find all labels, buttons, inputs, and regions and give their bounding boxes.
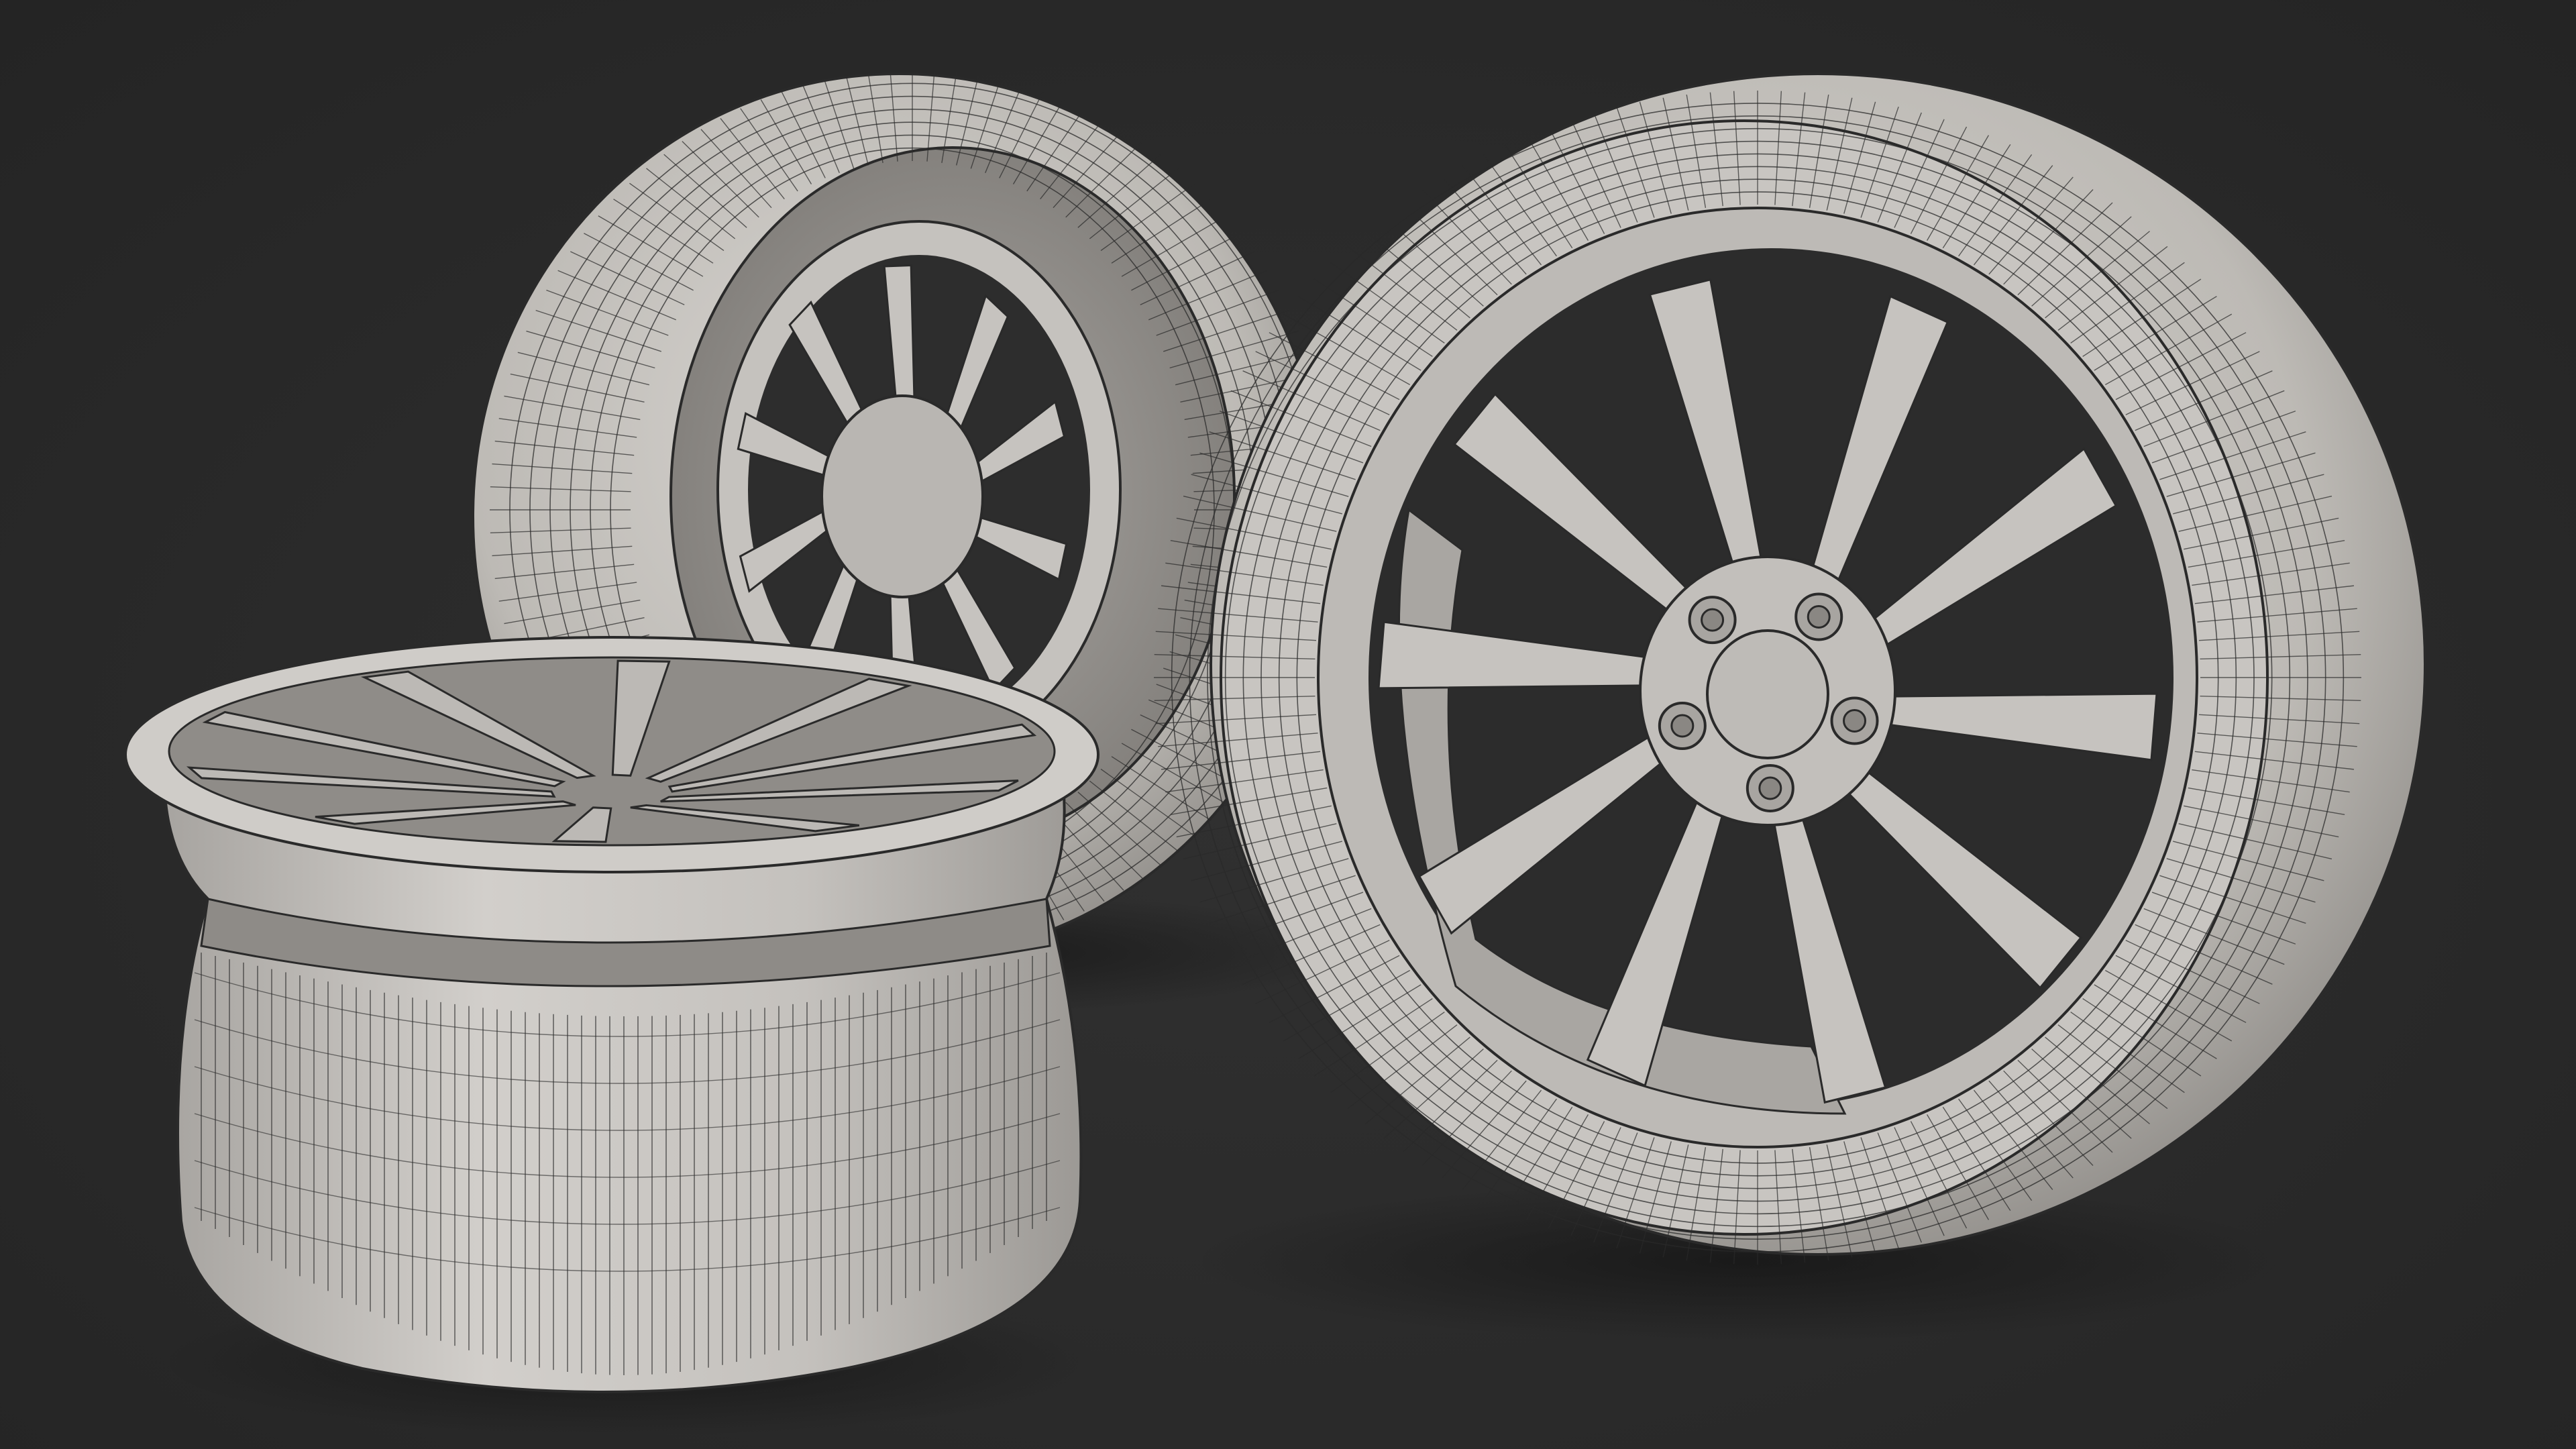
lug-nut-hex xyxy=(1670,714,1695,738)
bare-rim xyxy=(124,636,1099,1393)
lug-nut-hex xyxy=(1758,776,1782,800)
rear-hub xyxy=(820,394,984,598)
render-viewport xyxy=(0,0,2576,1449)
front-center-cap xyxy=(1706,629,1829,759)
lug-nut-hex xyxy=(1843,708,1867,733)
front-tire-wheel xyxy=(1154,72,2426,1265)
lug-nut-hex xyxy=(1701,608,1725,632)
wireframe-render-scene xyxy=(124,70,2426,1436)
lug-nut-hex xyxy=(1807,604,1831,629)
